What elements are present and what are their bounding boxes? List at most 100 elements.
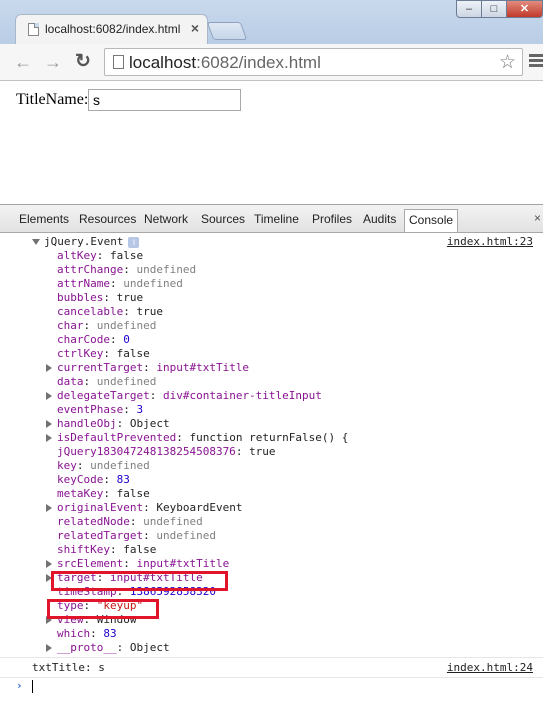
property-key: shiftKey bbox=[57, 543, 110, 556]
console-input-cursor[interactable] bbox=[32, 680, 33, 693]
tab-title: localhost:6082/index.html bbox=[45, 22, 181, 36]
property-colon: : bbox=[123, 403, 137, 416]
expand-triangle-icon[interactable] bbox=[46, 644, 52, 652]
property-row[interactable]: currentTarget: input#txtTitle bbox=[46, 361, 249, 375]
property-row: attrChange: undefined bbox=[46, 263, 196, 277]
property-value: undefined bbox=[90, 459, 150, 472]
tab-resources[interactable]: Resources bbox=[79, 212, 136, 226]
tab-console[interactable]: Console bbox=[404, 209, 459, 232]
log-line: txtTitle: s bbox=[32, 661, 105, 674]
property-colon: : bbox=[116, 417, 130, 430]
browser-toolbar: ← → ↻ localhost:6082/index.html ☆ bbox=[0, 44, 543, 81]
tab-audits[interactable]: Audits bbox=[363, 212, 396, 226]
property-value: 83 bbox=[103, 627, 117, 640]
property-key: currentTarget bbox=[57, 361, 144, 374]
property-key: key bbox=[57, 459, 77, 472]
tab-timeline[interactable]: Timeline bbox=[254, 212, 299, 226]
property-value: true bbox=[116, 291, 144, 304]
titlename-input[interactable] bbox=[88, 89, 241, 111]
forward-arrow-icon[interactable]: → bbox=[42, 51, 64, 73]
property-colon: : bbox=[123, 305, 137, 318]
property-value: input#txtTitle bbox=[136, 557, 230, 570]
property-row[interactable]: handleObj: Object bbox=[46, 417, 170, 431]
bookmark-star-icon[interactable]: ☆ bbox=[499, 51, 516, 74]
property-value: false bbox=[116, 347, 150, 360]
property-value: false bbox=[116, 487, 150, 500]
url-text[interactable]: localhost:6082/index.html bbox=[129, 53, 321, 73]
tab-profiles[interactable]: Profiles bbox=[312, 212, 352, 226]
expand-triangle-icon[interactable] bbox=[46, 392, 52, 400]
property-row[interactable]: delegateTarget: div#container-titleInput bbox=[46, 389, 322, 403]
tab-sources[interactable]: Sources bbox=[201, 212, 245, 226]
property-value: undefined bbox=[136, 263, 197, 276]
property-colon: : bbox=[103, 473, 117, 486]
close-tab-icon[interactable]: × bbox=[191, 20, 199, 36]
back-arrow-icon[interactable]: ← bbox=[12, 51, 34, 73]
property-row[interactable]: originalEvent: KeyboardEvent bbox=[46, 501, 242, 515]
page-content: TitleName: bbox=[0, 81, 543, 203]
property-row[interactable]: __proto__: Object bbox=[46, 641, 170, 655]
property-value: undefined bbox=[96, 375, 157, 388]
property-colon: : bbox=[103, 291, 117, 304]
property-value: 0 bbox=[123, 333, 130, 346]
close-window-button[interactable]: ✕ bbox=[506, 0, 543, 18]
source-link[interactable]: index.html:23 bbox=[447, 235, 533, 248]
property-colon: : bbox=[109, 543, 124, 556]
expand-triangle-icon[interactable] bbox=[46, 364, 52, 372]
property-colon: : bbox=[76, 459, 91, 472]
property-colon: : bbox=[90, 627, 104, 640]
menu-icon[interactable] bbox=[529, 54, 543, 69]
tab-network[interactable]: Network bbox=[144, 212, 188, 226]
reload-icon[interactable]: ↻ bbox=[72, 51, 94, 73]
maximize-button[interactable]: □ bbox=[481, 0, 507, 18]
expand-triangle-icon[interactable] bbox=[46, 420, 52, 428]
property-row: key: undefined bbox=[46, 459, 150, 473]
property-colon: : bbox=[143, 501, 157, 514]
object-header[interactable]: jQuery.Event i bbox=[32, 235, 140, 249]
property-value: undefined bbox=[143, 515, 203, 528]
property-key: data bbox=[57, 375, 84, 388]
property-key: srcElement bbox=[57, 557, 124, 570]
highlight-box-target bbox=[51, 571, 228, 591]
property-key: ctrlKey bbox=[57, 347, 104, 360]
property-value: undefined bbox=[156, 529, 216, 542]
property-row: charCode: 0 bbox=[46, 333, 130, 347]
property-row: attrName: undefined bbox=[46, 277, 183, 291]
url-host: localhost bbox=[129, 53, 197, 72]
property-colon: : bbox=[83, 375, 97, 388]
property-row: jQuery183047248138254508376: true bbox=[46, 445, 276, 459]
property-row[interactable]: isDefaultPrevented: function returnFalse… bbox=[46, 431, 348, 445]
tab-elements[interactable]: Elements bbox=[19, 212, 69, 226]
property-key: isDefaultPrevented bbox=[57, 431, 177, 444]
property-value: Object bbox=[129, 641, 170, 654]
expand-triangle-icon[interactable] bbox=[32, 239, 40, 245]
property-colon: : bbox=[116, 641, 130, 654]
browser-title-bar: localhost:6082/index.html × ‒ □ ✕ bbox=[0, 0, 543, 44]
property-row: bubbles: true bbox=[46, 291, 143, 305]
property-key: relatedNode bbox=[57, 515, 130, 528]
expand-triangle-icon[interactable] bbox=[46, 560, 52, 568]
source-link[interactable]: index.html:24 bbox=[447, 661, 533, 674]
property-colon: : bbox=[109, 333, 124, 346]
property-value: true bbox=[249, 445, 276, 458]
close-devtools-icon[interactable]: × bbox=[534, 211, 541, 225]
minimize-icon: ‒ bbox=[465, 3, 473, 15]
expand-triangle-icon[interactable] bbox=[46, 504, 52, 512]
property-row: keyCode: 83 bbox=[46, 473, 130, 487]
property-row: metaKey: false bbox=[46, 487, 150, 501]
browser-tab[interactable]: localhost:6082/index.html × bbox=[15, 14, 208, 44]
property-key: delegateTarget bbox=[57, 389, 150, 402]
expand-triangle-icon[interactable] bbox=[46, 434, 52, 442]
property-colon: : bbox=[103, 347, 117, 360]
property-key: jQuery183047248138254508376 bbox=[57, 445, 236, 458]
address-bar[interactable]: localhost:6082/index.html ☆ bbox=[104, 48, 523, 76]
property-row[interactable]: srcElement: input#txtTitle bbox=[46, 557, 229, 571]
highlight-box-type bbox=[47, 599, 159, 619]
property-key: attrChange bbox=[57, 263, 124, 276]
minimize-button[interactable]: ‒ bbox=[456, 0, 482, 18]
property-key: bubbles bbox=[57, 291, 104, 304]
property-colon: : bbox=[83, 319, 97, 332]
new-tab-button[interactable] bbox=[206, 22, 248, 40]
property-colon: : bbox=[123, 557, 137, 570]
titlename-label: TitleName: bbox=[16, 91, 89, 108]
